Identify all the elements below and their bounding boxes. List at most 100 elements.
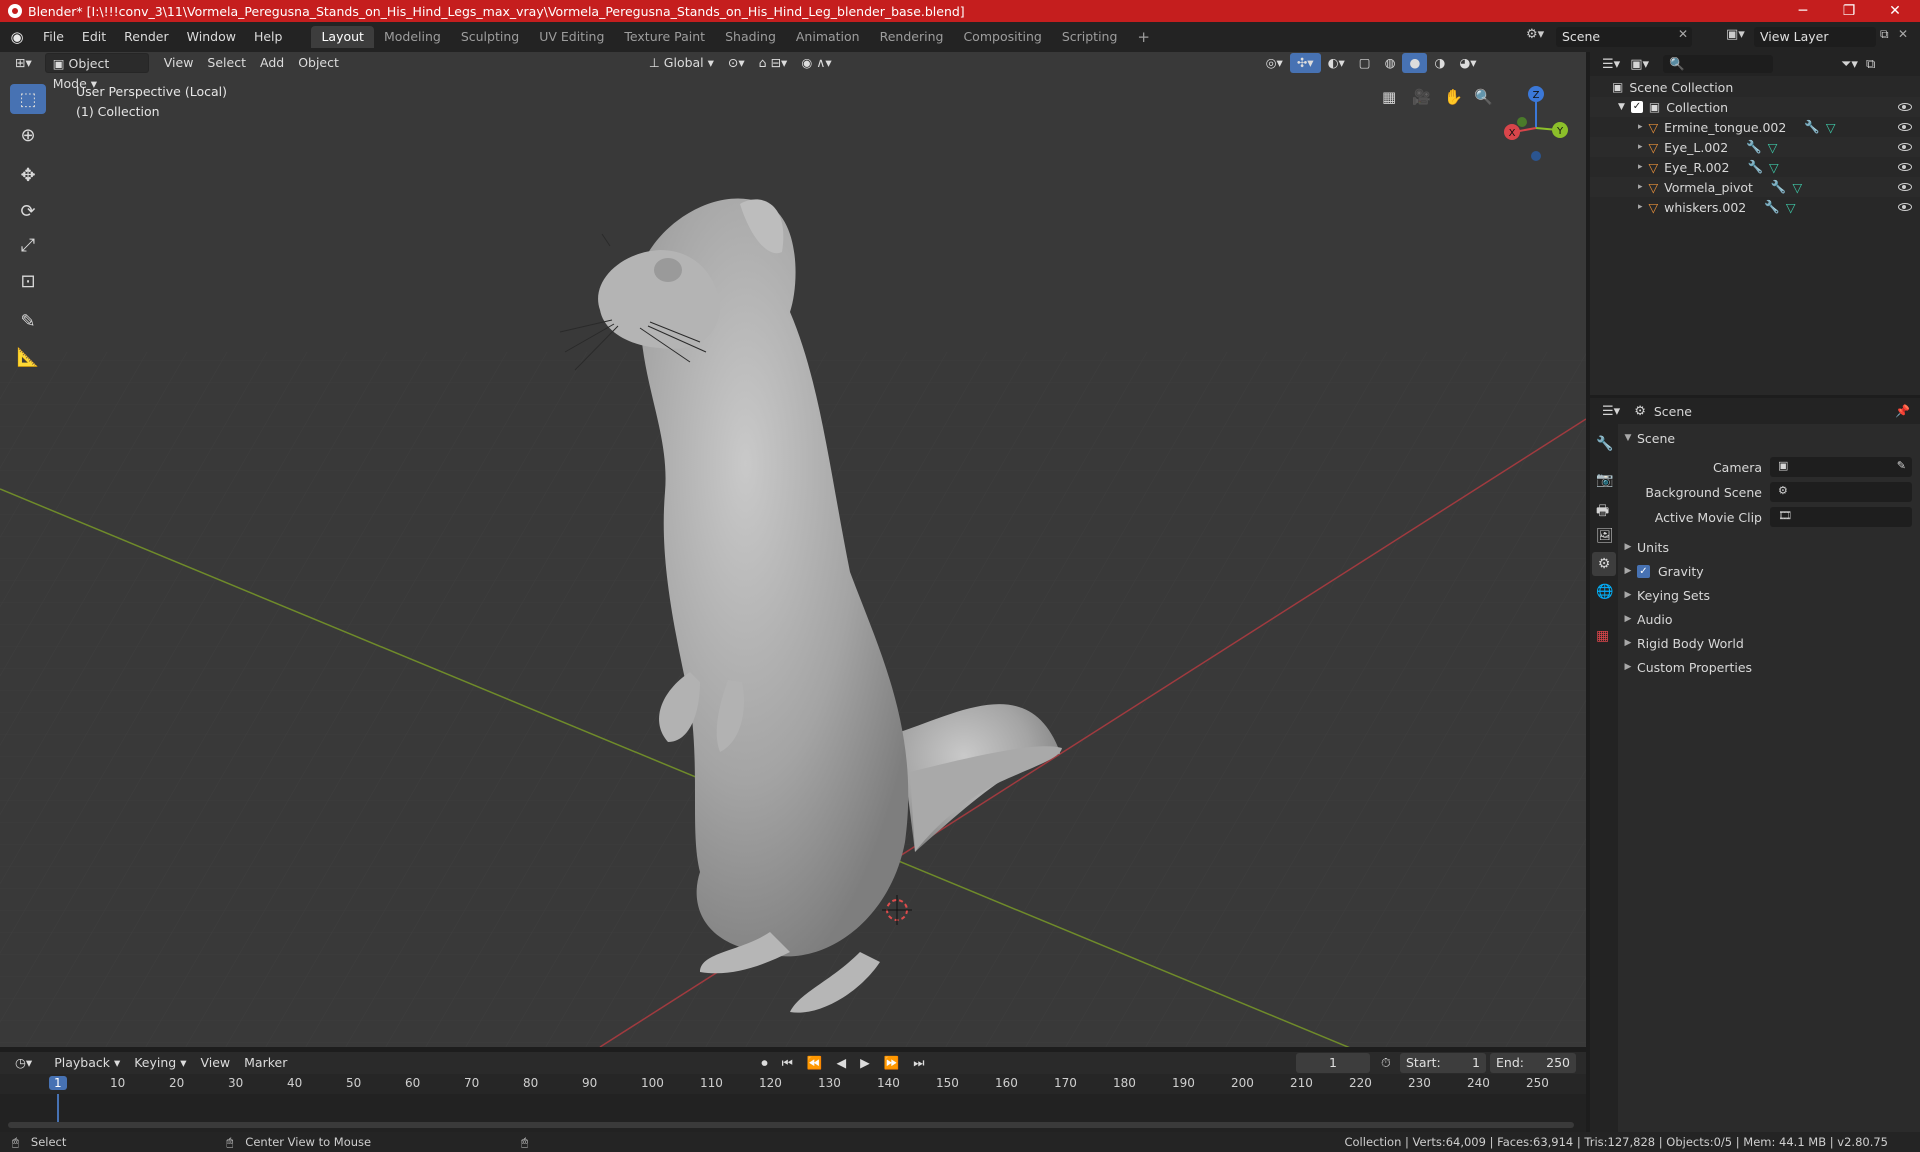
tab-uv-editing[interactable]: UV Editing [529,26,614,48]
expand-icon[interactable]: ▸ [1638,122,1643,132]
mesh-data-icon[interactable]: ▽ [1826,120,1836,135]
scene-tab-icon[interactable]: ⚙ [1592,552,1616,576]
tab-rendering[interactable]: Rendering [870,26,954,48]
xray-icon[interactable]: ▢ [1352,53,1378,73]
gravity-checkbox[interactable]: ✓ [1637,564,1650,578]
object-mode-dropdown[interactable]: ▣ Object Mode ▾ [44,53,149,91]
tab-compositing[interactable]: Compositing [953,26,1051,48]
display-mode-icon[interactable]: ▣▾ [1630,57,1649,72]
visibility-eye-icon[interactable] [1898,143,1912,151]
tab-modeling[interactable]: Modeling [374,26,451,48]
shading-wireframe-icon[interactable]: ◍ [1378,53,1403,73]
menu-window[interactable]: Window [178,26,245,48]
object-menu[interactable]: Object [291,53,346,73]
audio-section[interactable]: ▶ Audio [1617,607,1920,631]
camera-view-icon[interactable]: 🎥 [1412,88,1431,106]
add-workspace-button[interactable]: + [1127,26,1160,48]
jump-keyframe-back-icon[interactable]: ⏪ [800,1053,830,1073]
scale-tool-icon[interactable]: ⤢ [10,230,46,260]
units-section[interactable]: ▶ Units [1617,535,1920,559]
select-box-tool-icon[interactable]: ⬚ [10,84,46,114]
jump-start-icon[interactable]: ⏮ [775,1053,800,1073]
toggle-camera-grid-icon[interactable]: ▦ [1382,88,1396,106]
play-icon[interactable]: ▶ [853,1053,877,1073]
timeline-scrollbar[interactable] [8,1122,1574,1128]
scene-panel-header[interactable]: ▼ Scene [1617,426,1920,450]
modifier-icon[interactable]: 🔧 [1771,179,1787,195]
gravity-section[interactable]: ▶ ✓ Gravity [1617,559,1920,583]
outliner-object-row[interactable]: ▸ ▽ whiskers.002 🔧 ▽ [1590,197,1920,217]
view-menu[interactable]: View [157,53,201,73]
output-tab-icon[interactable]: 🖶 [1596,500,1609,524]
render-tab-icon[interactable]: 📷 [1596,472,1613,488]
mesh-data-icon[interactable]: ▽ [1793,180,1803,195]
collapse-icon[interactable]: ▼ [1618,102,1625,112]
close-window-button[interactable]: ✕ [1872,0,1918,22]
record-icon[interactable]: ⏺ [754,1053,774,1073]
expand-icon[interactable]: ▸ [1638,202,1643,212]
editor-type-icon[interactable]: ⊞▾ [8,53,39,73]
active-movie-clip-field[interactable]: 🎞 [1770,507,1912,527]
modifier-icon[interactable]: 🔧 [1804,119,1820,135]
mesh-data-icon[interactable]: ▽ [1768,140,1778,155]
collection-checkbox[interactable]: ✓ [1630,101,1643,113]
scene-close-icon[interactable]: ✕ [1678,27,1688,41]
tab-scripting[interactable]: Scripting [1052,26,1128,48]
timeline-ruler[interactable]: 1 10 20 30 40 50 60 70 80 90 100 110 120 130 140 150 160… [0,1074,1586,1094]
blender-menu-icon[interactable]: ◉ [0,28,34,46]
snap-icon[interactable]: ⌂ ⊟▾ [752,53,795,73]
scene-selector-icon[interactable]: ⚙▾ [1526,27,1544,42]
add-menu[interactable]: Add [253,53,291,73]
timeline-area[interactable]: 1 10 20 30 40 50 60 70 80 90 100 110 120 130 140 150 160… [0,1074,1586,1136]
expand-icon[interactable]: ▸ [1638,162,1643,172]
view-layer-field[interactable]: View Layer [1754,27,1876,47]
timeline-editor-icon[interactable]: ◷▾ [8,1053,39,1073]
expand-icon[interactable]: ▸ [1638,142,1643,152]
menu-render[interactable]: Render [115,26,178,48]
jump-end-icon[interactable]: ⏭ [906,1053,931,1073]
expand-icon[interactable]: ▸ [1638,182,1643,192]
keying-menu[interactable]: Keying ▾ [127,1053,193,1073]
visibility-icon[interactable]: ◎▾ [1259,53,1290,73]
properties-editor-icon[interactable]: ☰▾ [1602,404,1620,419]
menu-edit[interactable]: Edit [73,26,115,48]
shading-solid-icon[interactable]: ● [1402,53,1428,73]
tab-sculpting[interactable]: Sculpting [451,26,529,48]
navigation-gizmo[interactable]: Z Y X [1496,80,1576,170]
pan-view-icon[interactable]: ✋ [1444,88,1463,106]
shading-rendered-icon[interactable]: ◕▾ [1452,53,1483,73]
tab-texture-paint[interactable]: Texture Paint [614,26,715,48]
tab-shading[interactable]: Shading [715,26,786,48]
scene-field[interactable]: Scene [1556,27,1692,47]
stopwatch-icon[interactable]: ⏱ [1374,1053,1398,1073]
view-layer-tab-icon[interactable]: 🖼 [1596,528,1614,544]
playback-menu[interactable]: Playback ▾ [47,1053,127,1073]
tab-layout[interactable]: Layout [311,26,374,48]
outliner-object-row[interactable]: ▸ ▽ Ermine_tongue.002 🔧 ▽ [1590,117,1920,137]
transform-orientation-dropdown[interactable]: ⊥ Global ▾ [642,53,721,73]
timeline-view-menu[interactable]: View [193,1053,237,1073]
background-scene-field[interactable]: ⚙ [1770,482,1912,502]
outliner-object-row[interactable]: ▸ ▽ Vormela_pivot 🔧 ▽ [1590,177,1920,197]
end-frame-field[interactable]: End: 250 [1490,1053,1576,1073]
scene-collection-row[interactable]: ▣ Scene Collection [1590,77,1920,97]
mesh-data-icon[interactable]: ▽ [1769,160,1779,175]
play-reverse-icon[interactable]: ◀ [829,1053,853,1073]
gizmo-toggle-icon[interactable]: ✣▾ [1289,53,1321,73]
world-tab-icon[interactable]: 🌐 [1596,584,1613,600]
remove-view-layer-icon[interactable]: ✕ [1898,27,1908,41]
outliner-search-input[interactable]: 🔍 [1663,55,1773,73]
keying-sets-section[interactable]: ▶ Keying Sets [1617,583,1920,607]
collection-visibility-eye-icon[interactable] [1898,103,1912,111]
proportional-edit-icon[interactable]: ◉ ∧▾ [794,53,838,73]
new-collection-icon[interactable]: ⧉ [1866,57,1875,72]
mesh-data-icon[interactable]: ▽ [1786,200,1796,215]
tool-tab-icon[interactable]: 🔧 [1596,436,1613,452]
custom-properties-section[interactable]: ▶ Custom Properties [1617,655,1920,679]
modifier-icon[interactable]: 🔧 [1764,199,1780,215]
marker-menu[interactable]: Marker [237,1053,294,1073]
modifier-icon[interactable]: 🔧 [1747,159,1763,175]
rigid-body-world-section[interactable]: ▶ Rigid Body World [1617,631,1920,655]
menu-help[interactable]: Help [245,26,292,48]
new-view-layer-icon[interactable]: ⧉ [1880,27,1889,42]
